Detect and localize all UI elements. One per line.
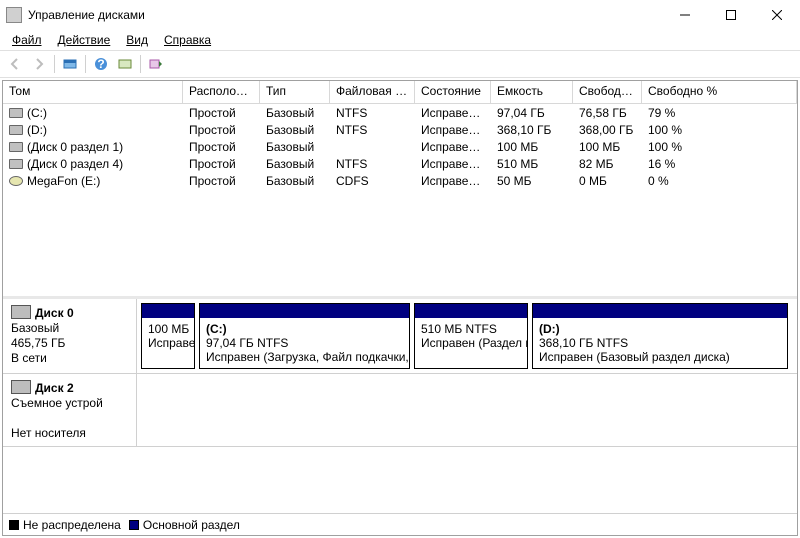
partition[interactable]: 510 МБ NTFS Исправен (Раздел в xyxy=(414,303,528,369)
volume-row[interactable]: (D:)ПростойБазовыйNTFSИсправен…368,10 ГБ… xyxy=(3,121,797,138)
col-volume[interactable]: Том xyxy=(3,81,183,103)
graphical-view: Диск 0 Базовый465,75 ГБВ сети 100 МБ Исп… xyxy=(3,299,797,513)
window-title: Управление дисками xyxy=(28,8,662,22)
drive-icon xyxy=(9,159,23,169)
volume-row[interactable]: MegaFon (E:)ПростойБазовыйCDFSИсправен…5… xyxy=(3,172,797,189)
close-button[interactable] xyxy=(754,0,800,30)
drive-icon xyxy=(9,125,23,135)
action-button[interactable] xyxy=(145,53,167,75)
col-freepct[interactable]: Свободно % xyxy=(642,81,797,103)
disk-row: Диск 2 Съемное устрой Нет носителя xyxy=(3,374,797,447)
col-capacity[interactable]: Емкость xyxy=(491,81,573,103)
drive-icon xyxy=(9,142,23,152)
menubar: Файл Действие Вид Справка xyxy=(0,30,800,50)
svg-text:?: ? xyxy=(97,57,104,71)
volume-row[interactable]: (C:)ПростойБазовыйNTFSИсправен…97,04 ГБ7… xyxy=(3,104,797,121)
back-button[interactable] xyxy=(4,53,26,75)
toolbar-separator xyxy=(140,55,141,73)
partition-bar xyxy=(142,304,194,318)
settings-button[interactable] xyxy=(114,53,136,75)
toolbar: ? xyxy=(0,50,800,78)
main-frame: Том Располож… Тип Файловая с… Состояние … xyxy=(2,80,798,536)
partition-bar xyxy=(200,304,409,318)
refresh-button[interactable] xyxy=(59,53,81,75)
minimize-button[interactable] xyxy=(662,0,708,30)
primary-swatch-icon xyxy=(129,520,139,530)
menu-action[interactable]: Действие xyxy=(50,31,119,49)
col-filesystem[interactable]: Файловая с… xyxy=(330,81,415,103)
app-icon xyxy=(6,7,22,23)
disk-row: Диск 0 Базовый465,75 ГБВ сети 100 МБ Исп… xyxy=(3,299,797,374)
drive-icon xyxy=(9,108,23,118)
maximize-button[interactable] xyxy=(708,0,754,30)
volume-row[interactable]: (Диск 0 раздел 1)ПростойБазовыйИсправен…… xyxy=(3,138,797,155)
col-free[interactable]: Свобод… xyxy=(573,81,642,103)
menu-view[interactable]: Вид xyxy=(118,31,156,49)
legend-primary: Основной раздел xyxy=(129,518,240,532)
titlebar: Управление дисками xyxy=(0,0,800,30)
col-status[interactable]: Состояние xyxy=(415,81,491,103)
col-type[interactable]: Тип xyxy=(260,81,330,103)
disk-icon xyxy=(11,305,31,319)
toolbar-separator xyxy=(85,55,86,73)
forward-button[interactable] xyxy=(28,53,50,75)
partition[interactable]: (C:) 97,04 ГБ NTFS Исправен (Загрузка, Ф… xyxy=(199,303,410,369)
drive-icon xyxy=(9,176,23,186)
legend-unallocated: Не распределена xyxy=(9,518,121,532)
partition[interactable]: (D:) 368,10 ГБ NTFS Исправен (Базовый ра… xyxy=(532,303,788,369)
toolbar-separator xyxy=(54,55,55,73)
menu-file[interactable]: Файл xyxy=(4,31,50,49)
col-layout[interactable]: Располож… xyxy=(183,81,260,103)
disk-header[interactable]: Диск 2 Съемное устрой Нет носителя xyxy=(3,374,137,446)
partition-bar xyxy=(533,304,787,318)
help-button[interactable]: ? xyxy=(90,53,112,75)
disk-header[interactable]: Диск 0 Базовый465,75 ГБВ сети xyxy=(3,299,137,373)
unallocated-swatch-icon xyxy=(9,520,19,530)
volume-row[interactable]: (Диск 0 раздел 4)ПростойБазовыйNTFSИспра… xyxy=(3,155,797,172)
legend: Не распределена Основной раздел xyxy=(3,513,797,535)
partition-bar xyxy=(415,304,527,318)
volume-list: Том Располож… Тип Файловая с… Состояние … xyxy=(3,81,797,299)
menu-help[interactable]: Справка xyxy=(156,31,219,49)
disk-icon xyxy=(11,380,31,394)
partition[interactable]: 100 МБ Исправен (Ш xyxy=(141,303,195,369)
volume-header: Том Располож… Тип Файловая с… Состояние … xyxy=(3,81,797,104)
